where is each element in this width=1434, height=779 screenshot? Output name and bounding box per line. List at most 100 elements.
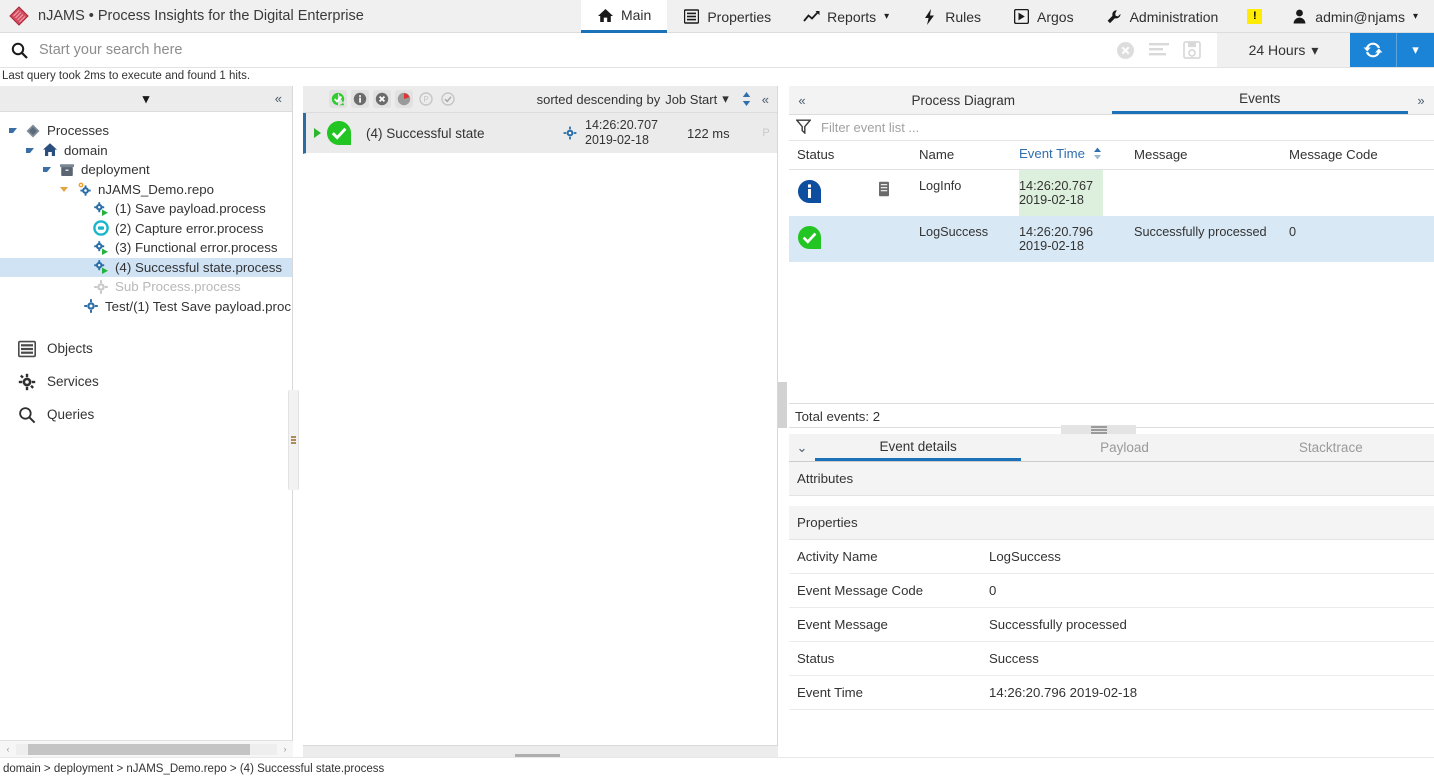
refresh-dropdown-button[interactable]: ▾ xyxy=(1397,33,1434,67)
events-col-message-code[interactable]: Message Code xyxy=(1289,141,1434,170)
bolt-icon xyxy=(921,8,938,25)
filter-success-button[interactable] xyxy=(329,90,347,108)
nav-item-argos[interactable]: Argos xyxy=(997,0,1090,33)
nav-item-user-menu[interactable]: admin@njams ▾ xyxy=(1275,0,1434,33)
scroll-left-arrow-icon[interactable]: ‹ xyxy=(0,744,16,754)
tree-horizontal-scrollbar[interactable]: ‹ › xyxy=(0,740,293,757)
scroll-right-arrow-icon[interactable]: › xyxy=(277,744,293,754)
job-payload-flag-icon: P xyxy=(762,127,770,139)
tab-events[interactable]: Events xyxy=(1111,86,1408,114)
event-message-cell xyxy=(1134,169,1289,216)
status-filter-group: P xyxy=(329,90,457,108)
filter-info-button[interactable] xyxy=(351,90,369,108)
property-value: Success xyxy=(981,641,1434,676)
tab-event-details[interactable]: Event details xyxy=(815,434,1022,461)
nav-item-properties[interactable]: Properties xyxy=(667,0,787,33)
job-list-vertical-scrollbar[interactable] xyxy=(778,382,787,428)
left-panel-splitter[interactable] xyxy=(288,390,299,490)
clear-circle-icon[interactable] xyxy=(1116,41,1135,60)
sidebar-item-services[interactable]: Services xyxy=(0,365,292,398)
filter-pending-button[interactable]: P xyxy=(417,90,435,108)
tree-node-njams-demo-repo[interactable]: nJAMS_Demo.repo xyxy=(0,180,292,200)
tree-node-2-capture-error-process[interactable]: (2) Capture error.process xyxy=(0,219,292,239)
events-col-event-time[interactable]: Event Time xyxy=(1019,141,1134,170)
events-col-message[interactable]: Message xyxy=(1134,141,1289,170)
event-properties-table: Activity Name LogSuccess Event Message Cod… xyxy=(789,540,1434,710)
tree-node-deployment[interactable]: deployment xyxy=(0,160,292,180)
job-name-label: (4) Successful state xyxy=(366,125,485,141)
capture-icon xyxy=(92,220,109,237)
nav-item-reports[interactable]: Reports ▾ xyxy=(787,0,905,33)
job-start-time: 14:26:20.707 2019-02-18 xyxy=(585,118,687,148)
filter-checked-button[interactable] xyxy=(439,90,457,108)
tree-node-processes[interactable]: Processes xyxy=(0,121,292,141)
detail-panel-resize-grip[interactable] xyxy=(1061,425,1136,434)
tree-node-domain[interactable]: domain xyxy=(0,141,292,161)
tree-expand-toggle-icon[interactable] xyxy=(8,128,18,134)
events-table-row[interactable]: LogInfo 14:26:20.767 2019-02-18 xyxy=(789,169,1434,216)
njams-application: nJAMS • Process Insights for the Digital… xyxy=(0,0,1434,779)
tree-node-sub-process-process[interactable]: Sub Process.process xyxy=(0,277,292,297)
warning-indicator[interactable]: ! xyxy=(1234,0,1275,32)
properties-section-header[interactable]: Properties xyxy=(789,506,1434,540)
refresh-button[interactable] xyxy=(1350,33,1397,67)
expand-down-icon[interactable]: ⌄ xyxy=(789,434,815,461)
time-range-selector[interactable]: 24 Hours ▾ xyxy=(1217,33,1350,67)
gear-gray-icon xyxy=(92,278,109,295)
sort-direction-icon[interactable] xyxy=(742,91,751,107)
nav-item-rules[interactable]: Rules xyxy=(905,0,997,33)
job-list-row[interactable]: (4) Successful state 14:26:20.707 2019-02-… xyxy=(303,113,777,154)
job-time-value: 14:26:20.707 xyxy=(585,118,658,132)
filter-warning-button[interactable] xyxy=(395,90,413,108)
main-navigation: Main Properties Reports ▾ Rules Argos Ad… xyxy=(580,0,1434,33)
scroll-thumb[interactable] xyxy=(28,743,250,755)
tree-node-3-functional-error-process[interactable]: (3) Functional error.process xyxy=(0,238,292,258)
chevron-down-icon[interactable]: ▾ xyxy=(0,91,292,107)
event-filter-input[interactable] xyxy=(819,119,1434,136)
search-input[interactable] xyxy=(39,42,1104,58)
tree-node-1-save-payload-process[interactable]: (1) Save payload.process xyxy=(0,199,292,219)
svg-text:P: P xyxy=(423,95,428,104)
sidebar-item-objects[interactable]: Objects xyxy=(0,332,292,365)
events-table-row[interactable]: LogSuccess 14:26:20.796 2019-02-18 Successf… xyxy=(789,215,1434,262)
events-table-wrapper: Status Name Event Time Message Message C… xyxy=(789,141,1434,377)
more-tabs-icon[interactable]: » xyxy=(1408,86,1434,114)
tab-process-diagram[interactable]: Process Diagram xyxy=(815,86,1112,114)
events-col-status[interactable]: Status xyxy=(789,141,919,170)
events-col-name[interactable]: Name xyxy=(919,141,1019,170)
user-icon xyxy=(1291,8,1308,25)
left-panel-sections: Objects Services Queries xyxy=(0,332,292,431)
event-filter-bar xyxy=(789,115,1434,141)
sidebar-item-queries[interactable]: Queries xyxy=(0,398,292,431)
nav-item-main[interactable]: Main xyxy=(580,0,668,33)
attributes-section-header[interactable]: Attributes xyxy=(789,462,1434,496)
nav-label-rules: Rules xyxy=(945,8,981,25)
scroll-track[interactable] xyxy=(16,743,277,755)
process-tree: Processes domain deployment nJAMS_Demo.repo… xyxy=(0,112,292,316)
sort-control[interactable]: sorted descending by Job Start ▾ « xyxy=(537,91,769,107)
collapse-job-list-button[interactable]: « xyxy=(756,92,769,107)
event-name-cell: LogSuccess xyxy=(919,224,989,239)
job-expand-toggle[interactable] xyxy=(306,128,324,138)
triangle-down-icon xyxy=(43,167,51,173)
tree-node-test-1-test-save-payload-proc[interactable]: Test/(1) Test Save payload.proc xyxy=(0,297,292,317)
home-icon xyxy=(597,7,614,24)
tree-expand-toggle-icon[interactable] xyxy=(25,147,35,153)
list-lines-icon[interactable] xyxy=(1149,42,1169,59)
tree-expand-toggle-icon[interactable] xyxy=(42,167,52,173)
property-row: Activity Name LogSuccess xyxy=(789,540,1434,574)
nav-item-administration[interactable]: Administration xyxy=(1090,0,1235,33)
warning-badge: ! xyxy=(1247,8,1263,24)
tree-node-4-successful-state-process[interactable]: (4) Successful state.process xyxy=(0,257,292,277)
tab-stacktrace[interactable]: Stacktrace xyxy=(1228,434,1434,461)
left-panel-header: ▾ « xyxy=(0,86,292,112)
nav-label-properties: Properties xyxy=(707,8,772,25)
save-query-icon[interactable] xyxy=(1183,41,1201,59)
collapse-up-icon[interactable]: « xyxy=(789,86,815,114)
filter-error-button[interactable] xyxy=(373,90,391,108)
job-gear-icon[interactable] xyxy=(555,126,585,140)
tab-payload[interactable]: Payload xyxy=(1021,434,1227,461)
tree-expand-toggle-icon[interactable] xyxy=(59,186,69,192)
collapse-left-panel-button[interactable]: « xyxy=(275,91,282,106)
